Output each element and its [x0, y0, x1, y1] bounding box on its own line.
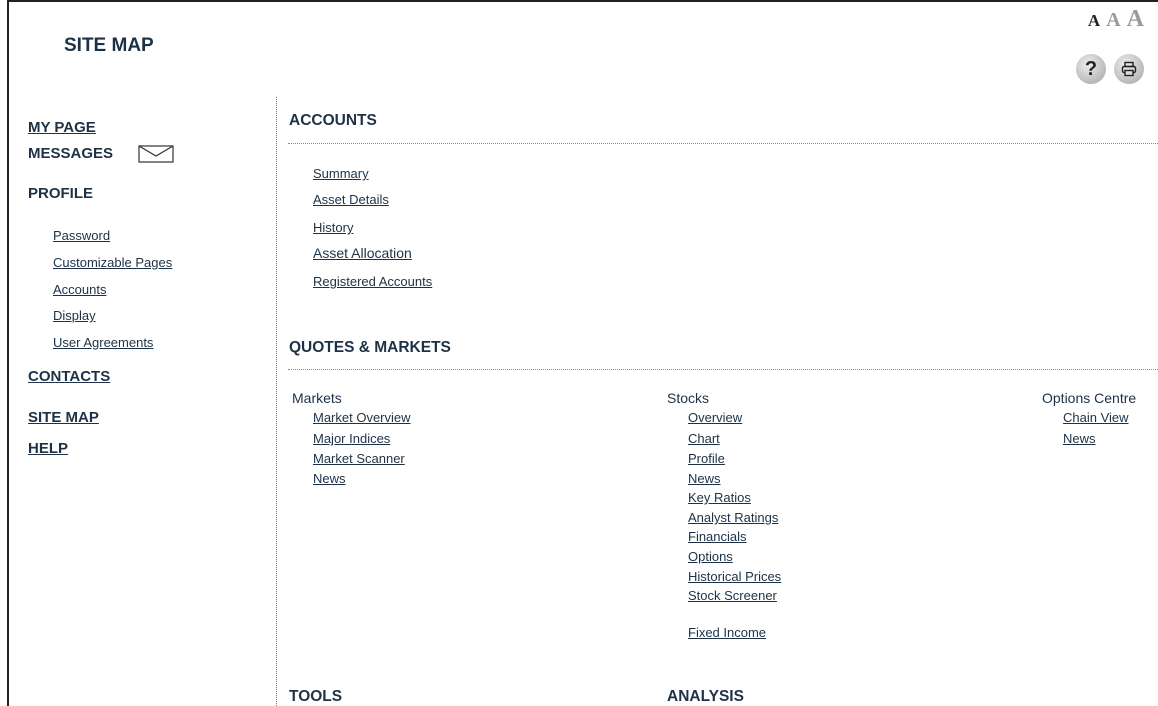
sidebar-item-my-page[interactable]: MY PAGE: [28, 119, 96, 136]
stocks-historical-prices-link[interactable]: Historical Prices: [688, 569, 781, 584]
stocks-fixed-income-link[interactable]: Fixed Income: [688, 625, 766, 640]
print-button[interactable]: [1114, 54, 1144, 84]
sidebar-item-site-map[interactable]: SITE MAP: [28, 409, 99, 426]
accounts-registered-accounts-link[interactable]: Registered Accounts: [313, 274, 432, 289]
stocks-overview-link[interactable]: Overview: [688, 410, 742, 425]
sidebar-item-messages[interactable]: MESSAGES: [28, 145, 113, 162]
accounts-asset-allocation-link[interactable]: Asset Allocation: [313, 245, 412, 261]
markets-market-scanner-link[interactable]: Market Scanner: [313, 451, 405, 466]
stocks-heading: Stocks: [667, 390, 710, 406]
help-icon: ?: [1084, 57, 1098, 80]
markets-market-overview-link[interactable]: Market Overview: [313, 410, 411, 425]
font-size-small-button[interactable]: A: [1088, 11, 1100, 30]
sidebar-item-password[interactable]: Password: [53, 228, 110, 243]
quotes-section-title: QUOTES & MARKETS: [289, 339, 451, 356]
page-frame: [7, 0, 1158, 706]
stocks-financials-link[interactable]: Financials: [688, 529, 747, 544]
stocks-news-link[interactable]: News: [688, 471, 721, 486]
analysis-section-title: ANALYSIS: [667, 688, 744, 705]
quotes-rule: [288, 369, 1158, 370]
options-chain-view-link[interactable]: Chain View: [1063, 410, 1129, 425]
accounts-section-title: ACCOUNTS: [289, 112, 377, 129]
page-title: SITE MAP: [64, 35, 154, 56]
tools-section-title: TOOLS: [289, 688, 343, 705]
stocks-profile-link[interactable]: Profile: [688, 451, 725, 466]
stocks-options-link[interactable]: Options: [688, 549, 733, 564]
options-centre-heading: Options Centre: [1042, 390, 1137, 406]
page-tools: AAA ?: [1054, 6, 1144, 86]
sidebar-item-user-agreements[interactable]: User Agreements: [53, 335, 153, 350]
sidebar-item-contacts[interactable]: CONTACTS: [28, 368, 110, 385]
sidebar-item-profile[interactable]: PROFILE: [28, 185, 93, 202]
font-size-controls: AAA: [1082, 6, 1144, 33]
stocks-analyst-ratings-link[interactable]: Analyst Ratings: [688, 510, 778, 525]
markets-news-link[interactable]: News: [313, 471, 346, 486]
sidebar-divider: [276, 97, 277, 706]
accounts-summary-link[interactable]: Summary: [313, 166, 369, 181]
sidebar-item-display[interactable]: Display: [53, 308, 96, 323]
accounts-rule: [288, 143, 1158, 144]
font-size-large-button[interactable]: A: [1127, 6, 1144, 32]
markets-major-indices-link[interactable]: Major Indices: [313, 431, 390, 446]
envelope-icon[interactable]: [138, 145, 174, 163]
print-icon: [1121, 61, 1137, 77]
sidebar-item-customizable-pages[interactable]: Customizable Pages: [53, 255, 172, 270]
help-button[interactable]: ?: [1076, 54, 1106, 84]
accounts-asset-details-link[interactable]: Asset Details: [313, 192, 389, 207]
font-size-medium-button[interactable]: A: [1106, 9, 1120, 31]
accounts-history-link[interactable]: History: [313, 220, 353, 235]
stocks-stock-screener-link[interactable]: Stock Screener: [688, 588, 777, 603]
options-news-link[interactable]: News: [1063, 431, 1096, 446]
markets-heading: Markets: [292, 390, 342, 406]
stocks-chart-link[interactable]: Chart: [688, 431, 720, 446]
stocks-key-ratios-link[interactable]: Key Ratios: [688, 490, 751, 505]
sidebar-item-help[interactable]: HELP: [28, 440, 68, 457]
sidebar-item-accounts[interactable]: Accounts: [53, 282, 106, 297]
